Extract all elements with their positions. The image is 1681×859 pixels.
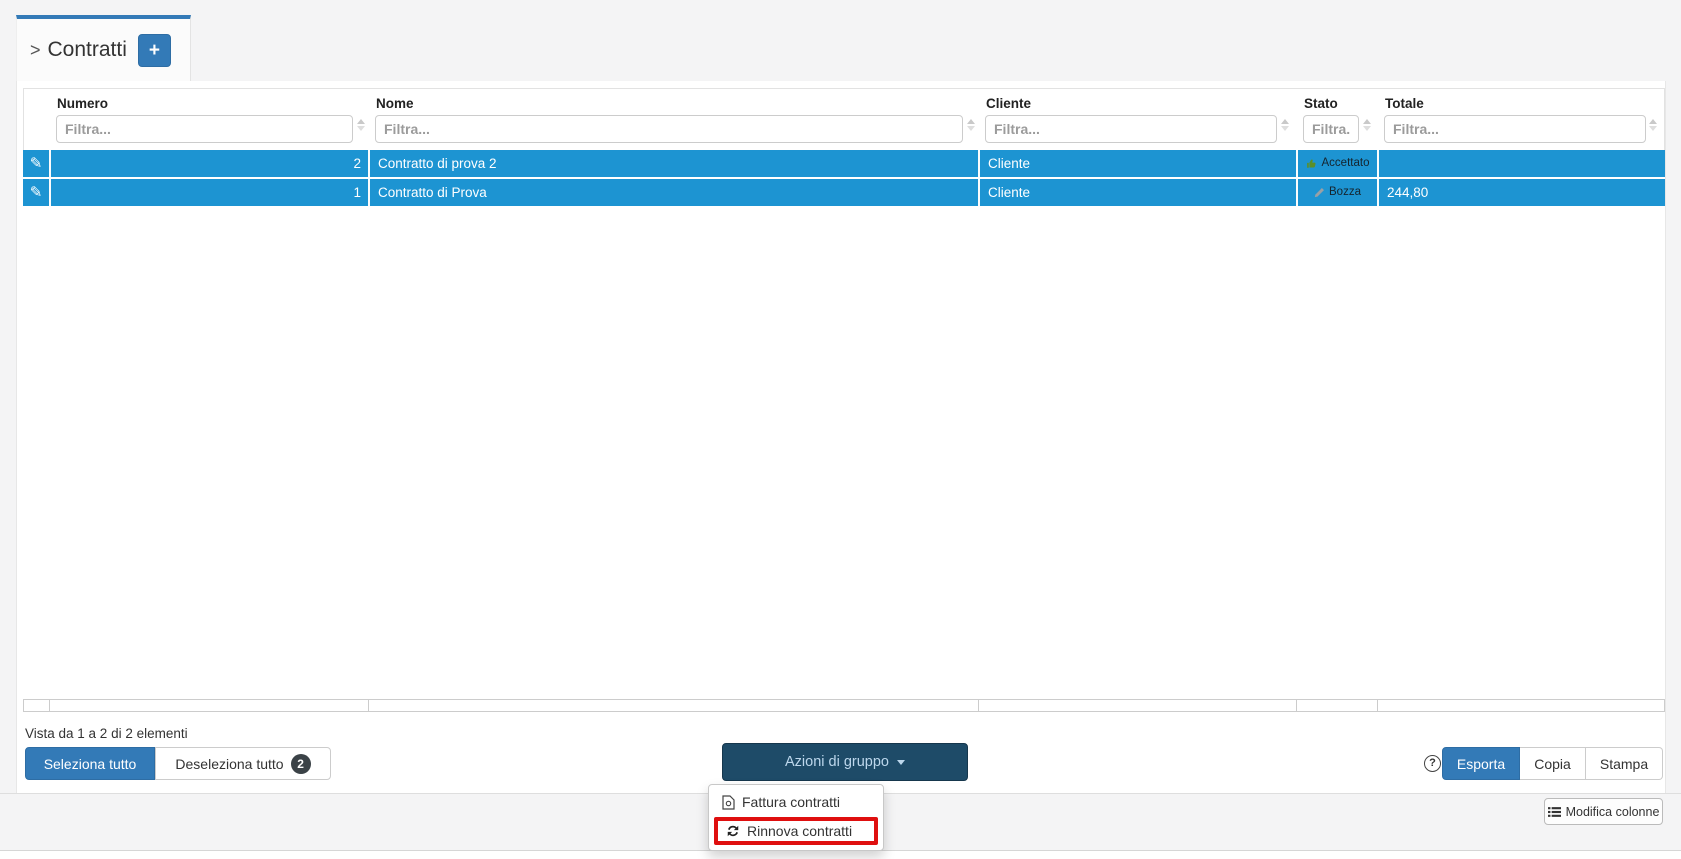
filter-totale-input[interactable]: [1384, 115, 1646, 143]
footer-cell: [369, 700, 979, 711]
table-row[interactable]: ✎ 2 Contratto di prova 2 Cliente Accetta…: [23, 150, 1665, 177]
status-label: Accettato: [1322, 150, 1370, 177]
sort-icon[interactable]: [967, 119, 975, 131]
status-badge-accepted: Accettato: [1298, 150, 1377, 177]
edit-columns-label: Modifica colonne: [1566, 805, 1660, 819]
cell-stato: Bozza: [1296, 179, 1377, 206]
caret-down-icon: [897, 760, 905, 765]
row-edit-cell[interactable]: ✎: [23, 150, 49, 177]
cell-numero: 1: [49, 179, 368, 206]
add-contract-button[interactable]: +: [138, 34, 171, 67]
column-stato: Stato: [1297, 89, 1378, 151]
footer-cell: [50, 700, 369, 711]
column-cliente: Cliente: [979, 89, 1297, 151]
help-icon[interactable]: ?: [1424, 755, 1441, 772]
list-icon: [1548, 806, 1561, 818]
cell-cliente: Cliente: [978, 150, 1296, 177]
column-nome: Nome: [369, 89, 979, 151]
window-bottom: [0, 851, 1681, 859]
group-actions-menu: Fattura contratti Rinnova contratti: [708, 784, 884, 851]
copy-button[interactable]: Copia: [1520, 747, 1586, 780]
select-all-button[interactable]: Seleziona tutto: [25, 747, 155, 780]
footer-cell: [24, 700, 50, 711]
refresh-icon: [726, 824, 740, 838]
cell-totale: [1377, 150, 1665, 177]
cell-nome: Contratto di Prova: [368, 179, 978, 206]
tab-contratti[interactable]: > Contratti +: [16, 15, 191, 81]
footer-cell: [1378, 700, 1665, 711]
invoice-file-icon: [722, 795, 735, 810]
column-totale: Totale: [1378, 89, 1666, 151]
table-row[interactable]: ✎ 1 Contratto di Prova Cliente Bozza 244…: [23, 179, 1665, 206]
menu-item-rinnova-contratti[interactable]: Rinnova contratti: [714, 817, 878, 845]
cell-stato: Accettato: [1296, 150, 1377, 177]
deselect-all-label: Deseleziona tutto: [175, 756, 283, 772]
column-numero: Numero: [50, 89, 369, 151]
pencil-icon: [1314, 187, 1325, 198]
export-button[interactable]: Esporta: [1442, 747, 1520, 780]
table-footer-row: [23, 699, 1665, 712]
sort-icon[interactable]: [357, 119, 365, 131]
filter-nome-input[interactable]: [375, 115, 963, 143]
cell-totale: 244,80: [1377, 179, 1665, 206]
status-label: Bozza: [1329, 179, 1361, 206]
menu-item-label: Fattura contratti: [742, 794, 840, 810]
sort-icon[interactable]: [1363, 119, 1371, 131]
cell-cliente: Cliente: [978, 179, 1296, 206]
column-label: Cliente: [986, 96, 1297, 111]
deselect-all-button[interactable]: Deseleziona tutto 2: [155, 747, 331, 780]
column-label: Numero: [57, 96, 369, 111]
menu-item-fattura-contratti[interactable]: Fattura contratti: [709, 789, 883, 815]
edit-pencil-icon[interactable]: ✎: [30, 150, 43, 177]
selected-count-badge: 2: [291, 754, 311, 774]
status-badge-draft: Bozza: [1298, 179, 1377, 206]
row-edit-cell[interactable]: ✎: [23, 179, 49, 206]
filter-numero-input[interactable]: [56, 115, 353, 143]
column-label: Stato: [1304, 96, 1378, 111]
footer-cell: [1297, 700, 1378, 711]
edit-pencil-icon[interactable]: ✎: [30, 179, 43, 206]
print-button[interactable]: Stampa: [1586, 747, 1663, 780]
table-header: Numero Nome Cliente Stato Totale: [23, 88, 1665, 150]
contracts-screen: > Contratti + Numero Nome Cliente Stato …: [0, 0, 1681, 859]
sort-icon[interactable]: [1649, 119, 1657, 131]
group-actions-button[interactable]: Azioni di gruppo: [722, 743, 968, 781]
edit-columns-button[interactable]: Modifica colonne: [1544, 798, 1663, 825]
thumbs-up-icon: [1306, 158, 1318, 170]
column-label: Nome: [376, 96, 979, 111]
sort-icon[interactable]: [1281, 119, 1289, 131]
chevron-right-icon: >: [30, 40, 41, 61]
filter-cliente-input[interactable]: [985, 115, 1277, 143]
column-label: Totale: [1385, 96, 1666, 111]
menu-item-label: Rinnova contratti: [747, 823, 852, 839]
cell-numero: 2: [49, 150, 368, 177]
cell-nome: Contratto di prova 2: [368, 150, 978, 177]
pagination-summary: Vista da 1 a 2 di 2 elementi: [25, 726, 188, 741]
page-title: Contratti: [48, 38, 127, 62]
footer-cell: [979, 700, 1297, 711]
group-actions-label: Azioni di gruppo: [785, 754, 889, 770]
filter-stato-input[interactable]: [1303, 115, 1359, 143]
